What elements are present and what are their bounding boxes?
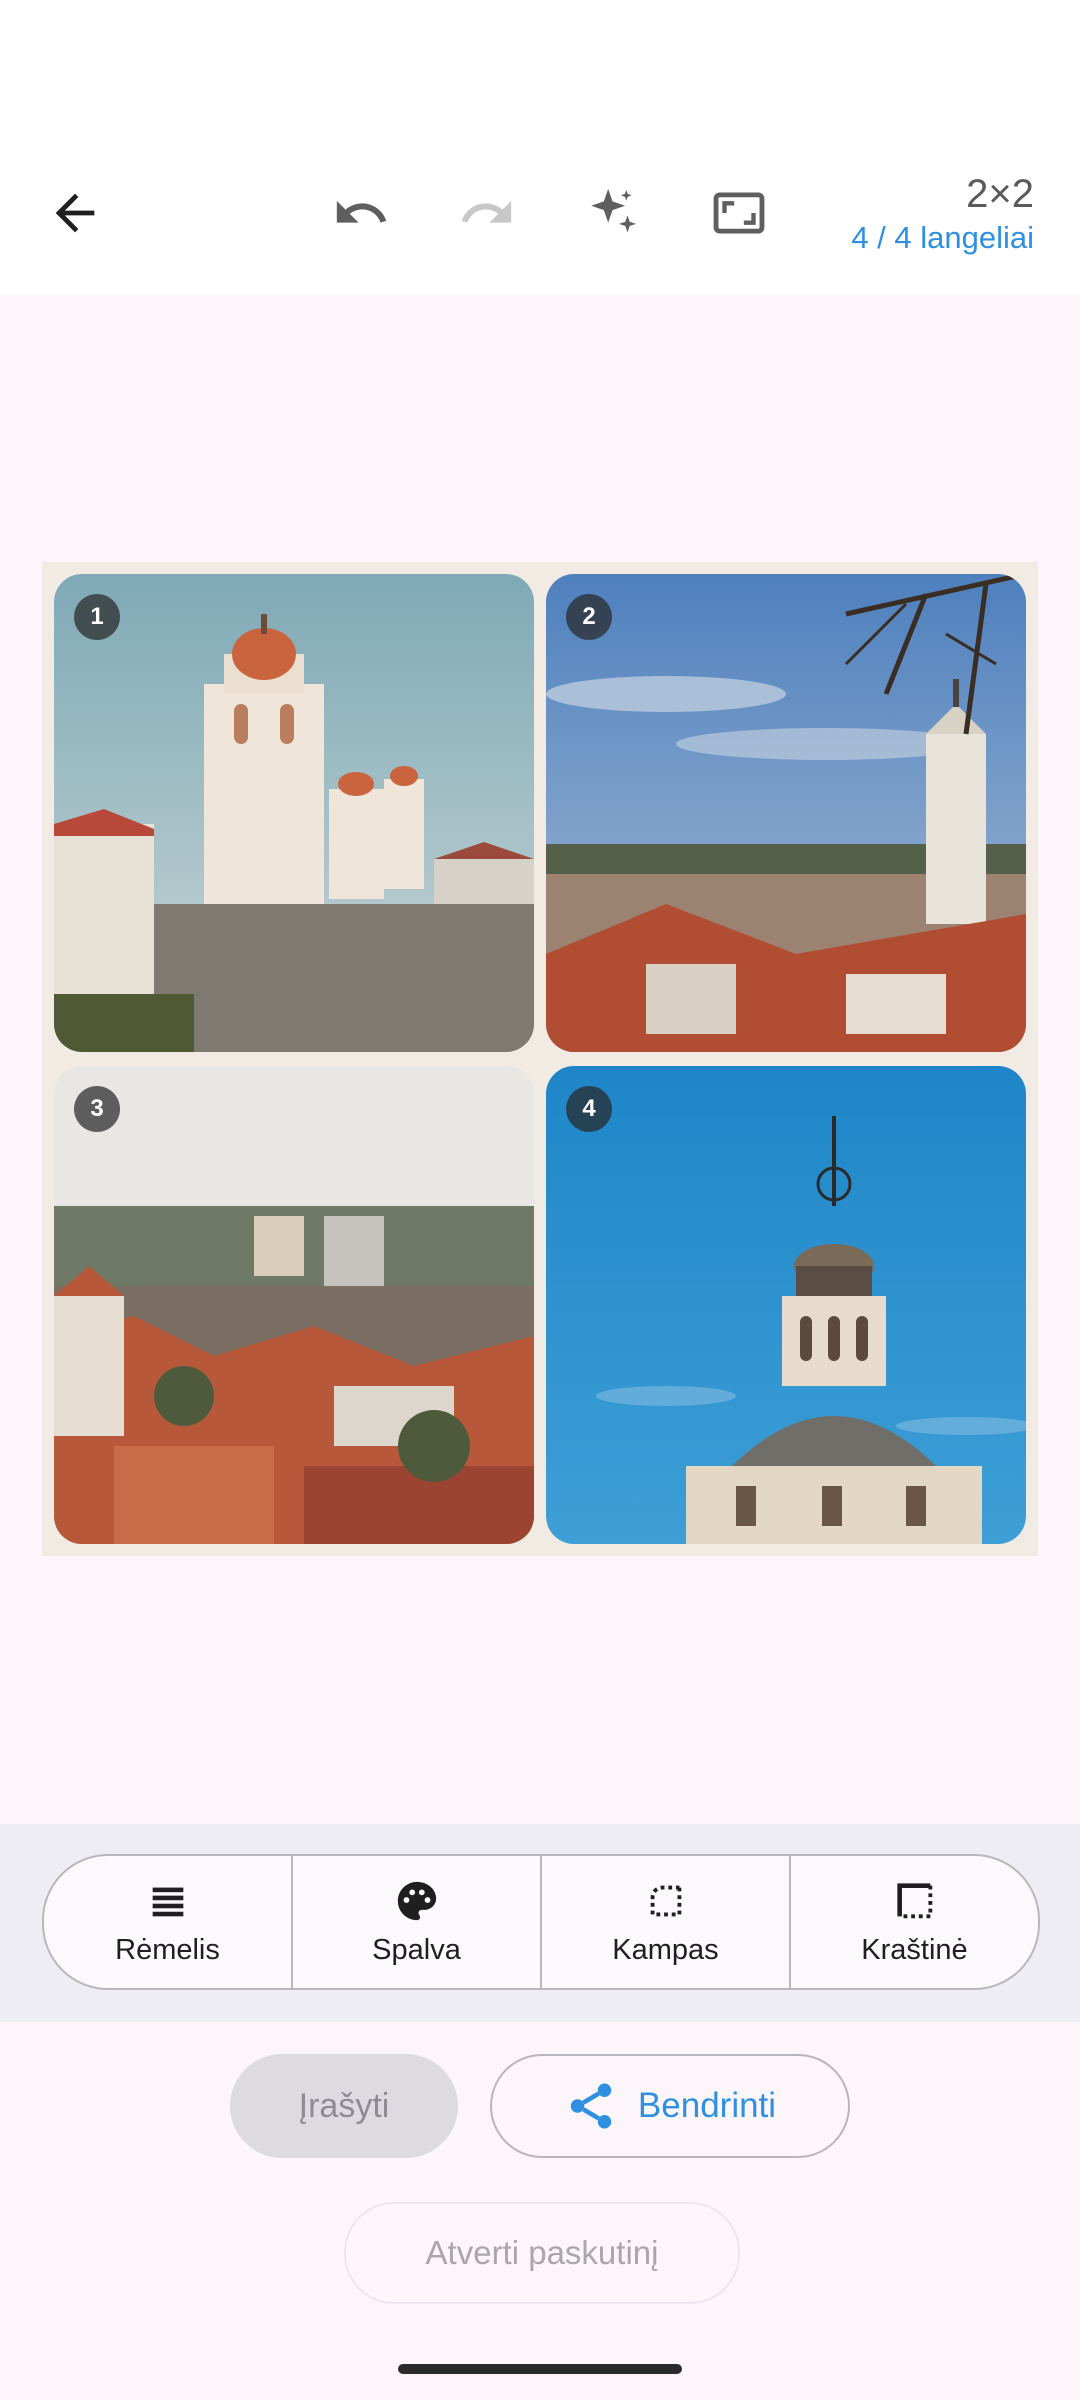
corner-icon bbox=[650, 1885, 681, 1916]
open-last-button[interactable]: Atverti paskutinį bbox=[344, 2202, 740, 2304]
top-toolbar: 2×2 4 / 4 langeliai bbox=[0, 150, 1080, 295]
option-label: Kampas bbox=[612, 1933, 719, 1966]
baroque-dome-photo bbox=[546, 1066, 1026, 1544]
status-bar bbox=[0, 0, 1080, 150]
collage-options-bar: Rėmelis Spalva Kampas Kraštinė bbox=[42, 1854, 1040, 1990]
redo-button[interactable] bbox=[442, 168, 532, 258]
tile-number-badge: 1 bbox=[74, 594, 120, 640]
city-view-tower-photo bbox=[546, 574, 1026, 1052]
tile-number-badge: 4 bbox=[566, 1086, 612, 1132]
collage-tile-1[interactable]: 1 bbox=[54, 574, 534, 1052]
tile-number-badge: 3 bbox=[74, 1086, 120, 1132]
border-icon bbox=[896, 1882, 932, 1918]
undo-button[interactable] bbox=[316, 168, 406, 258]
option-color[interactable]: Spalva bbox=[293, 1856, 542, 1988]
palette-icon bbox=[397, 1881, 436, 1920]
share-label: Bendrinti bbox=[637, 2086, 777, 2125]
church-towers-photo bbox=[54, 574, 534, 1052]
grid-info[interactable]: 2×2 4 / 4 langeliai bbox=[851, 170, 1034, 258]
option-label: Spalva bbox=[372, 1933, 461, 1966]
old-town-rooftops-photo bbox=[54, 1066, 534, 1544]
option-label: Rėmelis bbox=[115, 1933, 220, 1966]
option-label: Kraštinė bbox=[861, 1933, 968, 1966]
redo-icon bbox=[461, 200, 512, 223]
collage-tile-3[interactable]: 3 bbox=[54, 1066, 534, 1544]
back-button[interactable] bbox=[30, 168, 120, 258]
option-frame[interactable]: Rėmelis bbox=[44, 1856, 293, 1988]
aspect-ratio-button[interactable] bbox=[694, 168, 784, 258]
home-indicator[interactable] bbox=[398, 2364, 682, 2374]
auto-enhance-button[interactable] bbox=[568, 168, 658, 258]
sparkle-icon bbox=[591, 188, 636, 233]
undo-icon bbox=[336, 200, 387, 223]
option-border[interactable]: Kraštinė bbox=[791, 1856, 1038, 1988]
tiles-count: 4 / 4 langeliai bbox=[851, 220, 1034, 255]
tile-number-badge: 2 bbox=[566, 594, 612, 640]
collage-canvas: 1 2 3 4 bbox=[42, 562, 1038, 1556]
aspect-ratio-icon bbox=[713, 192, 765, 234]
arrow-left-icon bbox=[55, 193, 95, 233]
lines-icon bbox=[152, 1887, 183, 1916]
collage-tile-2[interactable]: 2 bbox=[546, 574, 1026, 1052]
grid-size: 2×2 bbox=[966, 172, 1034, 216]
share-icon bbox=[570, 2083, 612, 2129]
save-button[interactable]: Įrašyti bbox=[230, 2054, 458, 2158]
share-button[interactable]: Bendrinti bbox=[490, 2054, 850, 2158]
option-corner[interactable]: Kampas bbox=[542, 1856, 791, 1988]
collage-tile-4[interactable]: 4 bbox=[546, 1066, 1026, 1544]
